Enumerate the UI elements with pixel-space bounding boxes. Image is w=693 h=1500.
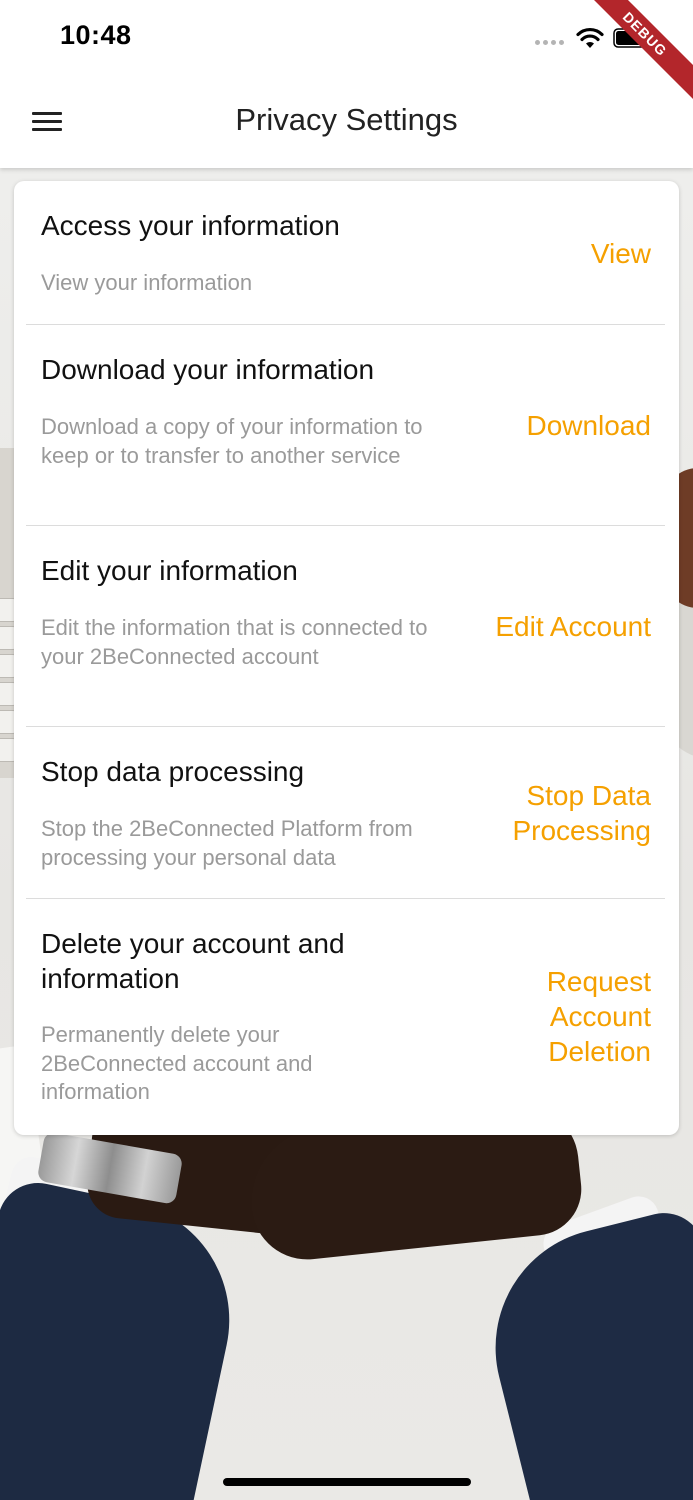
row-description: Permanently delete your 2BeConnected acc… [41,1022,313,1104]
row-description: Stop the 2BeConnected Platform from proc… [41,816,413,870]
row-title: Access your information [41,210,340,241]
settings-row-stop-processing: Stop data processing Stop the 2BeConnect… [26,727,665,899]
status-bar: 10:48 [0,0,693,80]
row-title: Edit your information [41,555,298,586]
settings-row-download: Download your information Download a cop… [26,325,665,526]
row-description: Edit the information that is connected t… [41,615,428,669]
wifi-icon [576,27,604,48]
row-title: Stop data processing [41,756,305,787]
signal-icon [535,40,564,45]
stop-data-processing-button[interactable]: Stop Data Processing [461,778,651,848]
edit-account-button[interactable]: Edit Account [495,609,651,644]
row-description: Download a copy of your information to k… [41,414,423,468]
privacy-settings-card: Access your information View your inform… [14,181,679,1135]
settings-row-delete: Delete your account and information Perm… [26,899,665,1135]
row-description: View your information [41,270,253,295]
request-account-deletion-button[interactable]: Request Account Deletion [511,964,651,1069]
row-title: Delete your account and information [41,928,345,994]
app-bar: Privacy Settings [0,80,693,168]
status-time: 10:48 [60,20,132,50]
download-button[interactable]: Download [526,408,651,443]
settings-row-access: Access your information View your inform… [26,181,665,325]
row-title: Download your information [41,354,375,385]
settings-row-edit: Edit your information Edit the informati… [26,526,665,727]
home-indicator [223,1478,471,1486]
view-button[interactable]: View [591,236,651,271]
page-title: Privacy Settings [235,102,458,137]
